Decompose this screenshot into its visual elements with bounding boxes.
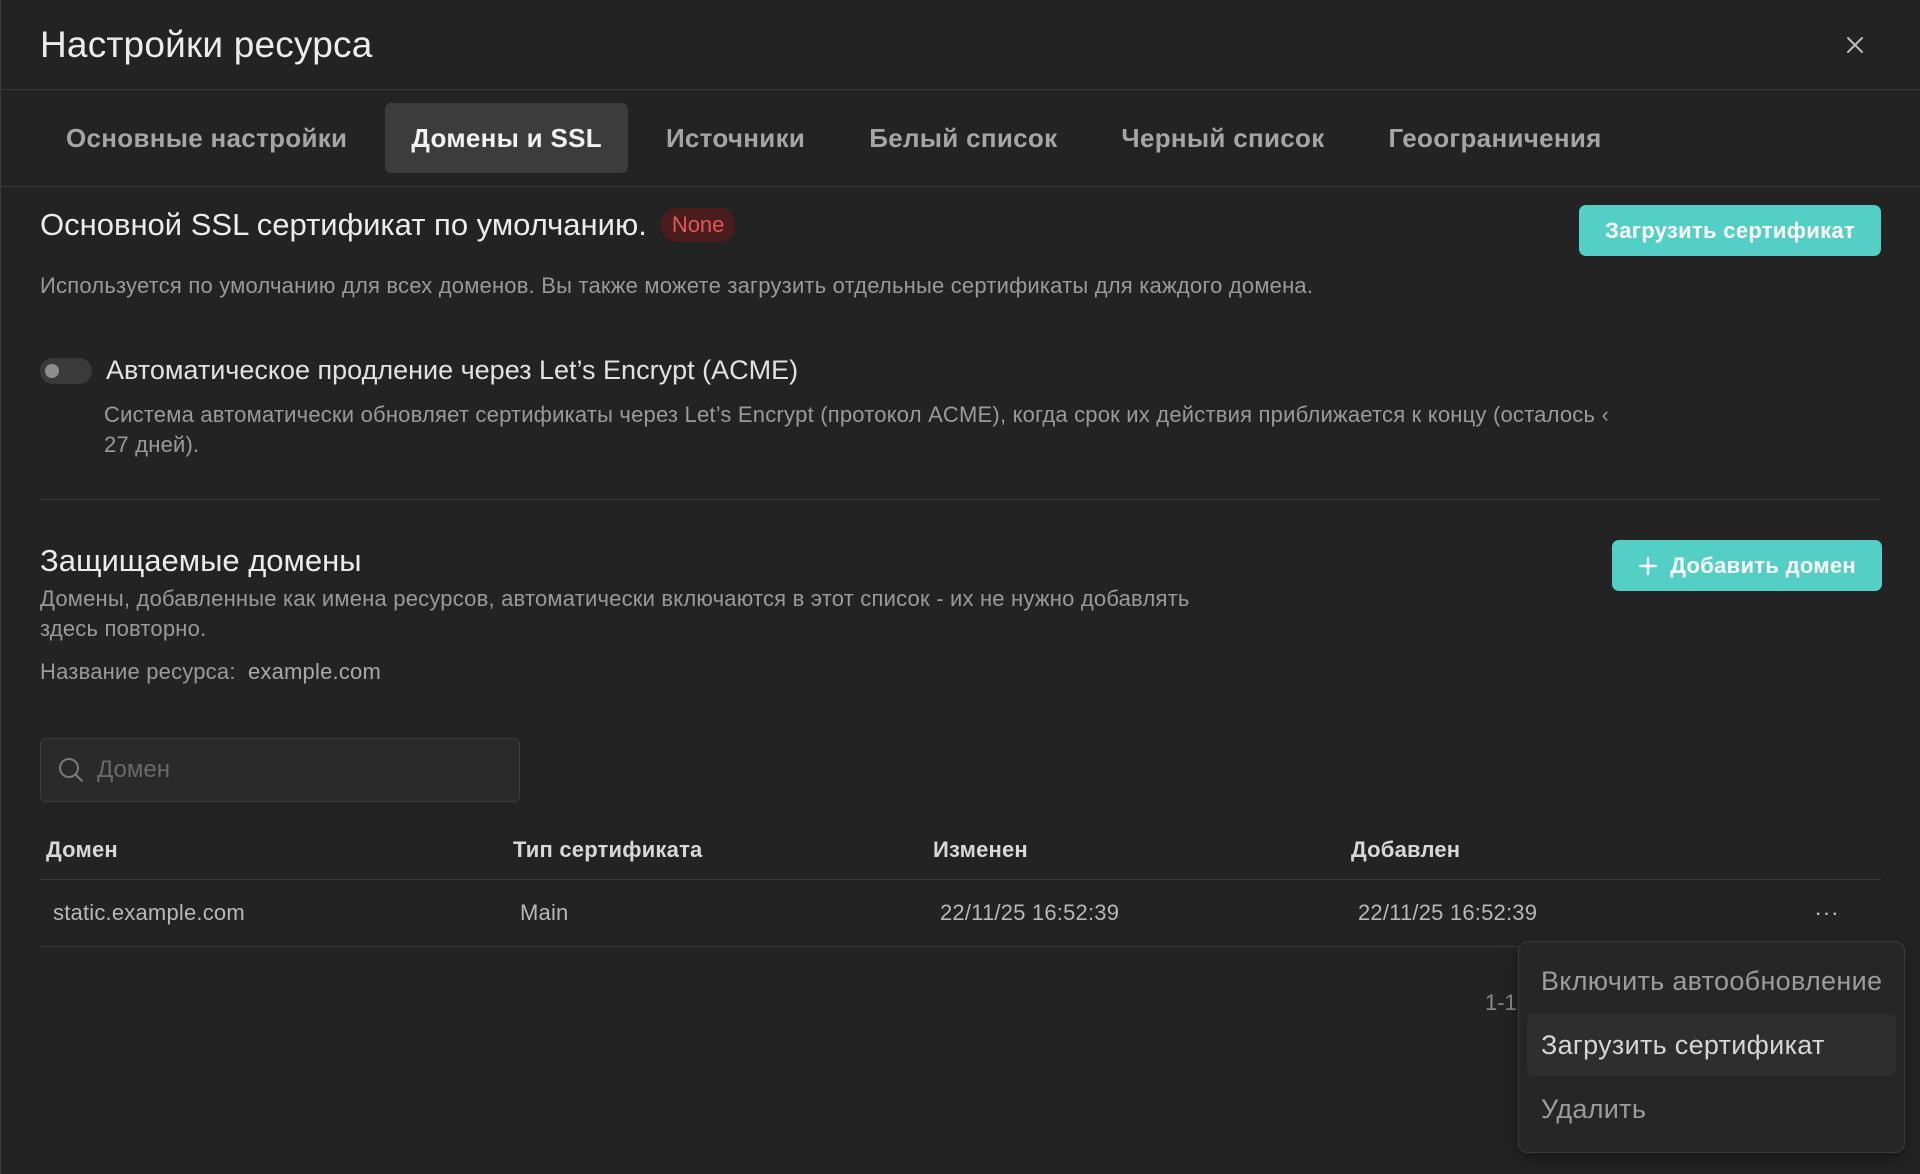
ssl-description: Используется по умолчанию для всех домен… xyxy=(40,273,1314,298)
resource-name-label: Название ресурса: xyxy=(40,659,236,684)
search-icon xyxy=(59,758,83,782)
modal-title: Настройки ресурса xyxy=(40,23,373,65)
status-badge: None xyxy=(660,208,736,242)
add-domain-label: Добавить домен xyxy=(1670,552,1856,578)
tab-blacklist[interactable]: Черный список xyxy=(1095,103,1350,173)
table-header: Домен Тип сертификата Изменен Добавлен xyxy=(40,820,1881,880)
upload-certificate-label: Загрузить сертификат xyxy=(1605,217,1855,243)
toggle-knob xyxy=(45,363,59,378)
menu-item-upload-certificate[interactable]: Загрузить сертификат xyxy=(1527,1014,1896,1076)
column-header-added[interactable]: Добавлен xyxy=(1345,837,1785,863)
acme-label: Автоматическое продление через Let’s Enc… xyxy=(106,355,799,385)
column-header-modified[interactable]: Изменен xyxy=(927,837,1345,863)
cell-domain: static.example.com xyxy=(53,900,245,925)
resource-name-value: example.com xyxy=(247,659,381,684)
cell-cert-type: Main xyxy=(520,900,569,925)
domain-search-input[interactable] xyxy=(97,756,477,784)
tab-bar: Основные настройки Домены и SSL Источник… xyxy=(1,90,1920,187)
ssl-section: Основной SSL сертификат по умолчанию. No… xyxy=(1,187,1920,298)
more-horizontal-icon[interactable]: ··· xyxy=(1807,900,1847,926)
section-divider xyxy=(40,499,1881,500)
tab-sources[interactable]: Источники xyxy=(640,103,831,173)
tab-geo-restrictions[interactable]: Геоограничения xyxy=(1363,103,1628,173)
pagination-range: 1-1 xyxy=(1485,990,1517,1015)
domain-search xyxy=(40,738,520,802)
acme-row: Автоматическое продление через Let’s Enc… xyxy=(40,355,798,386)
column-header-cert-type[interactable]: Тип сертификата xyxy=(507,837,927,863)
row-actions-menu: Включить автообновление Загрузить сертиф… xyxy=(1518,941,1905,1153)
menu-item-delete[interactable]: Удалить xyxy=(1527,1078,1896,1140)
cell-modified: 22/11/25 16:52:39 xyxy=(940,900,1120,925)
close-icon xyxy=(1847,36,1863,53)
domains-description: Домены, добавленные как имена ресурсов, … xyxy=(40,586,1190,641)
add-domain-button[interactable]: Добавить домен xyxy=(1612,540,1882,591)
resource-name-line: Название ресурса: example.com xyxy=(40,659,381,685)
column-header-domain[interactable]: Домен xyxy=(40,837,507,863)
table-row[interactable]: static.example.com Main 22/11/25 16:52:3… xyxy=(40,880,1881,947)
resource-settings-modal: Настройки ресурса Основные настройки Дом… xyxy=(0,0,1920,1174)
tab-general[interactable]: Основные настройки xyxy=(40,103,373,173)
ssl-title-row: Основной SSL сертификат по умолчанию. No… xyxy=(40,207,736,243)
close-button[interactable] xyxy=(1835,25,1875,65)
upload-certificate-button[interactable]: Загрузить сертификат xyxy=(1579,205,1881,256)
tab-whitelist[interactable]: Белый список xyxy=(843,103,1083,173)
cell-added: 22/11/25 16:52:39 xyxy=(1358,900,1538,925)
acme-toggle[interactable] xyxy=(40,357,92,384)
plus-icon xyxy=(1639,556,1658,575)
domains-title: Защищаемые домены xyxy=(40,543,362,578)
domains-table: Домен Тип сертификата Изменен Добавлен s… xyxy=(40,820,1881,947)
acme-description: Система автоматически обновляет сертифик… xyxy=(104,402,1609,457)
modal-header: Настройки ресурса xyxy=(1,0,1920,90)
menu-item-enable-autorenew[interactable]: Включить автообновление xyxy=(1527,950,1896,1012)
ssl-title: Основной SSL сертификат по умолчанию. xyxy=(40,207,647,242)
tab-domains-ssl[interactable]: Домены и SSL xyxy=(385,103,628,173)
